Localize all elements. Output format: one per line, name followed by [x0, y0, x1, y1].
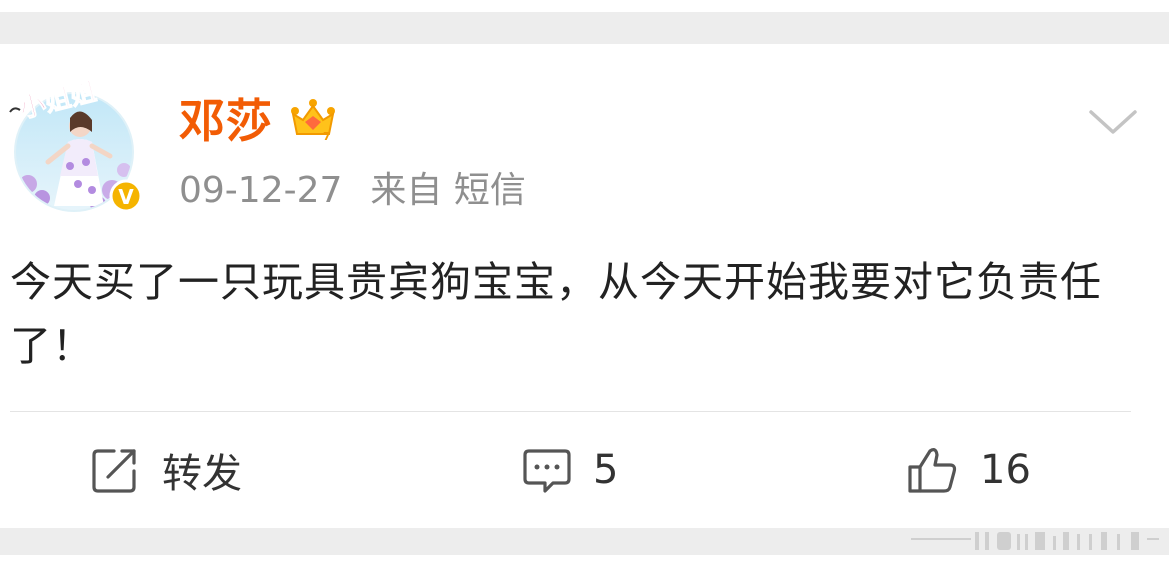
chevron-down-icon[interactable]	[1086, 102, 1140, 142]
like-count: 16	[980, 447, 1031, 493]
post-text: 今天买了一只玩具贵宾狗宝宝，从今天开始我要对它负责任了！	[10, 258, 1102, 370]
weibo-post-card: 小姐姐 V 邓莎 7 09-12-27 来自 短信 今天买了一只玩具贵宾狗宝宝，从…	[0, 0, 1169, 563]
repost-button[interactable]: 转发	[90, 440, 242, 500]
like-icon	[908, 448, 957, 493]
like-button[interactable]: 16	[906, 440, 1031, 500]
repost-label: 转发	[162, 451, 242, 497]
divider	[10, 411, 1131, 412]
comment-button[interactable]: 5	[523, 440, 618, 500]
author-name[interactable]: 邓莎	[179, 93, 273, 149]
svg-text:7: 7	[323, 130, 331, 143]
top-separator	[0, 0, 1169, 44]
post-source[interactable]: 短信	[454, 170, 526, 211]
comment-count: 5	[593, 447, 619, 493]
avatar[interactable]: 小姐姐 V	[8, 66, 142, 216]
crown-icon: 7	[289, 96, 337, 144]
post-date: 09-12-27	[179, 170, 343, 211]
repost-icon	[92, 449, 136, 493]
source-prefix: 来自	[370, 170, 443, 211]
comment-icon	[523, 449, 571, 493]
watermark-image	[905, 528, 1165, 554]
avatar-image: 小姐姐 V	[9, 76, 142, 213]
verified-badge-letter: V	[118, 185, 134, 209]
post-meta: 09-12-27 来自 短信	[179, 168, 526, 214]
